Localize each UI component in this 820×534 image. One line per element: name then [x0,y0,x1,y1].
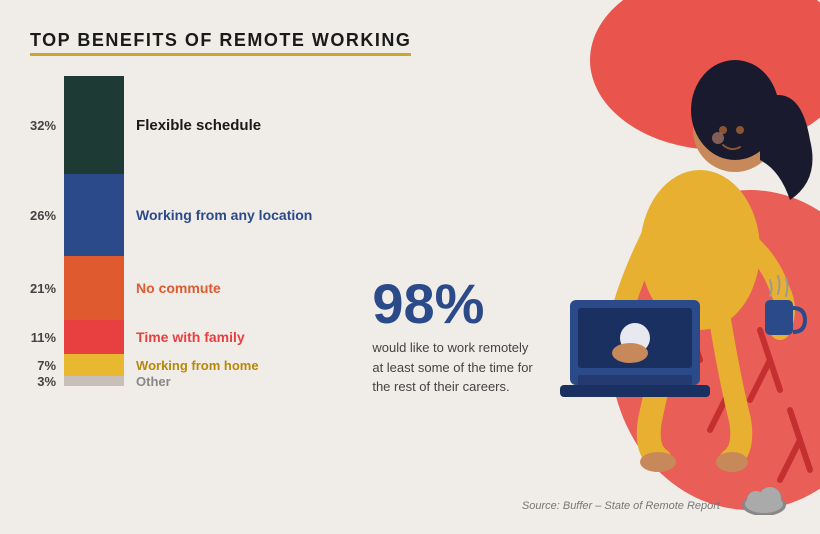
pct-labels: 32% 26% 21% 11% 7% 3% [30,76,56,386]
pct-label-commute: 21% [30,256,56,320]
bar-name-row-family: Time with family [136,320,312,354]
pct-label-other: 3% [37,376,56,386]
pct-label-family: 11% [31,320,56,354]
bar-name-row-location: Working from any location [136,174,312,256]
bar-flexible [64,76,124,174]
bar-other [64,376,124,386]
cloud-logo [738,477,790,520]
illustration [440,0,820,510]
bar-family [64,320,124,354]
illustration-svg [440,0,820,510]
bar-names: Flexible schedule Working from any locat… [136,76,312,386]
pct-label-flexible: 32% [30,76,56,174]
pct-label-location: 26% [30,174,56,256]
bar-commute [64,256,124,320]
bar-name-row-other: Other [136,376,312,386]
bar-name-row-flexible: Flexible schedule [136,76,312,174]
bar-chart-group: 32% 26% 21% 11% 7% 3% [30,76,312,386]
bar-name-row-commute: No commute [136,256,312,320]
source-text: Source: Buffer – State of Remote Report [522,500,720,512]
main-container: TOP BENEFITS OF REMOTE WORKING 32% 26% 2… [0,0,820,534]
bar-location [64,174,124,256]
bar-home [64,354,124,376]
stacked-bar [64,76,124,386]
